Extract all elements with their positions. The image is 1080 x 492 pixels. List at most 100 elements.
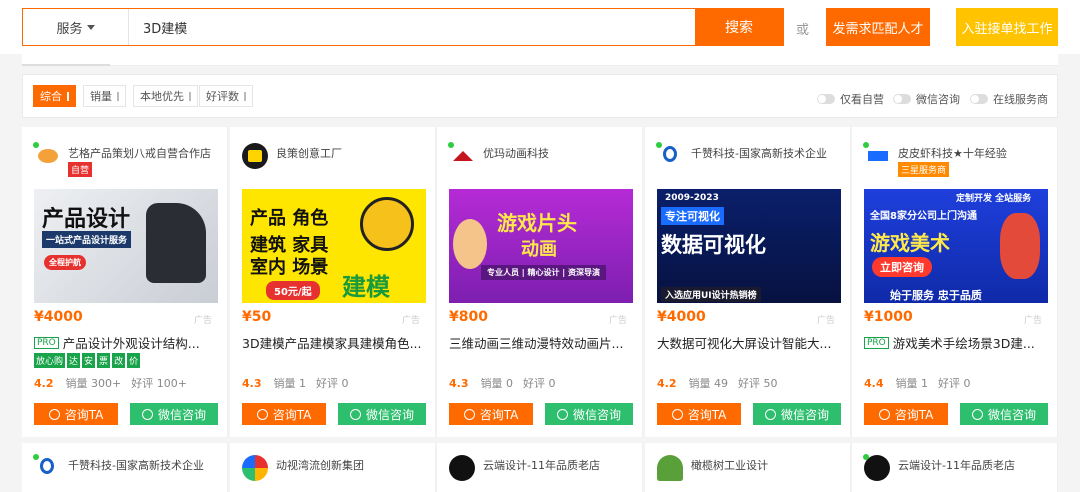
sort-local[interactable]: 本地优先 [133, 85, 198, 107]
consult-button[interactable]: 咨询TA [657, 403, 741, 425]
shop-name[interactable]: 皮皮虾科技★十年经验 [898, 145, 1007, 161]
consult-button[interactable]: 咨询TA [449, 403, 533, 425]
shop-header: 艺格产品策划八戒自营合作店 自营 [33, 142, 224, 183]
shop-logo[interactable] [449, 455, 475, 481]
service-stats: 4.2 销量 49 好评 50 [657, 377, 778, 390]
shop-logo[interactable] [242, 143, 268, 169]
wechat-button[interactable]: 微信咨询 [753, 403, 841, 425]
post-request-button[interactable]: 发需求匹配人才 [826, 8, 930, 46]
shop-logo[interactable] [863, 454, 890, 481]
shop-logo[interactable] [656, 142, 683, 169]
shop-logo[interactable] [448, 142, 475, 169]
shop-logo[interactable] [863, 142, 890, 169]
price: ¥50 [242, 309, 272, 325]
chat-icon [463, 408, 475, 420]
shop-logo[interactable] [33, 142, 60, 169]
toggle-self-operated[interactable]: 仅看自营 [817, 91, 884, 107]
service-banner[interactable]: 定制开发 全站服务 全国8家分公司上门沟通 游戏美术 立即咨询 始于服务 忠于品… [864, 189, 1048, 303]
wechat-button[interactable]: 微信咨询 [545, 403, 633, 425]
self-operated-badge: 自营 [68, 162, 93, 177]
ad-label: 广告 [1024, 316, 1043, 326]
sort-reviews[interactable]: 好评数 [199, 85, 253, 107]
online-dot [33, 142, 39, 148]
service-card[interactable]: 千赞科技-国家高新技术企业 2009-2023 专注可视化 数据可视化 入选应用… [645, 127, 851, 437]
sub-tab-bar [22, 54, 1058, 66]
service-card[interactable]: 优玛动画科技 游戏片头 动画 专业人员 | 精心设计 | 资深导演 ¥800 广… [437, 127, 643, 437]
category-dropdown[interactable]: 服务 [23, 9, 129, 45]
or-text: 或 [796, 23, 810, 38]
service-title[interactable]: PRO 产品设计外观设计结构... [34, 333, 222, 352]
toggle-online[interactable]: 在线服务商 [970, 91, 1048, 107]
mascot-image [360, 197, 414, 251]
tab-indicator [22, 54, 110, 66]
online-dot [863, 454, 869, 460]
shop-name[interactable]: 千赞科技-国家高新技术企业 [68, 457, 204, 473]
search-button[interactable]: 搜索 [695, 9, 783, 45]
shop-logo[interactable] [657, 455, 683, 481]
service-level-badge: 三星服务商 [898, 162, 950, 177]
chat-icon [256, 408, 268, 420]
character-image [453, 219, 487, 269]
online-dot [448, 142, 454, 148]
shop-name[interactable]: 云端设计-11年品质老店 [483, 457, 600, 473]
consult-button[interactable]: 咨询TA [242, 403, 326, 425]
wechat-button[interactable]: 微信咨询 [960, 403, 1048, 425]
service-card[interactable]: 动视湾流创新集团 [230, 443, 436, 492]
search-input[interactable] [129, 9, 695, 45]
sort-arrow-icon [189, 91, 191, 101]
shop-logo[interactable] [33, 454, 60, 481]
chat-icon [671, 408, 683, 420]
shop-name[interactable]: 动视湾流创新集团 [276, 457, 364, 473]
chat-icon [48, 408, 60, 420]
shop-name[interactable]: 良策创意工厂 [276, 145, 342, 161]
service-card[interactable]: 云端设计-11年品质老店 [852, 443, 1058, 492]
perk-badges: 放心购达安票改价 [34, 353, 141, 368]
service-banner[interactable]: 产品设计 一站式产品设计服务 全程护航 [34, 189, 218, 303]
price: ¥1000 [864, 309, 913, 325]
service-card[interactable]: 千赞科技-国家高新技术企业 [22, 443, 228, 492]
pro-badge: PRO [864, 336, 889, 349]
service-title[interactable]: 3D建模产品建模家具建模角色... [242, 333, 430, 352]
shop-name[interactable]: 艺格产品策划八戒自营合作店 [68, 145, 211, 161]
shop-name[interactable]: 云端设计-11年品质老店 [898, 457, 1015, 473]
shop-name[interactable]: 千赞科技-国家高新技术企业 [691, 145, 827, 161]
wechat-button[interactable]: 微信咨询 [130, 403, 218, 425]
service-banner[interactable]: 游戏片头 动画 专业人员 | 精心设计 | 资深导演 [449, 189, 633, 303]
service-card[interactable]: 艺格产品策划八戒自营合作店 自营 产品设计 一站式产品设计服务 全程护航 ¥40… [22, 127, 228, 437]
toggle-switch [817, 94, 835, 104]
service-banner[interactable]: 2009-2023 专注可视化 数据可视化 入选应用UI设计热销榜 [657, 189, 841, 303]
consult-button[interactable]: 咨询TA [34, 403, 118, 425]
consult-button[interactable]: 咨询TA [864, 403, 948, 425]
service-stats: 4.3 销量 1 好评 0 [242, 377, 349, 390]
price: ¥4000 [657, 309, 706, 325]
service-card[interactable]: 良策创意工厂 产品 角色 建筑 家具 室内 场景 50元/起 建模 ¥50 广告… [230, 127, 436, 437]
ad-label: 广告 [194, 316, 213, 326]
service-card[interactable]: 云端设计-11年品质老店 [437, 443, 643, 492]
sort-sales[interactable]: 销量 [83, 85, 126, 107]
service-title[interactable]: 三维动画三维动漫特效动画片... [449, 333, 637, 352]
sort-arrow-icon [67, 91, 69, 101]
online-dot [33, 454, 39, 460]
shop-logo[interactable] [242, 455, 268, 481]
pro-badge: PRO [34, 336, 59, 349]
service-banner[interactable]: 产品 角色 建筑 家具 室内 场景 50元/起 建模 [242, 189, 426, 303]
service-title[interactable]: PRO 游戏美术手绘场景3D建... [864, 333, 1052, 352]
wechat-button[interactable]: 微信咨询 [338, 403, 426, 425]
service-card[interactable]: 皮皮虾科技★十年经验 三星服务商 定制开发 全站服务 全国8家分公司上门沟通 游… [852, 127, 1058, 437]
toggle-switch [970, 94, 988, 104]
wechat-icon [764, 408, 776, 420]
shop-name[interactable]: 橄榄树工业设计 [691, 457, 768, 473]
online-dot [863, 142, 869, 148]
toggle-switch [893, 94, 911, 104]
service-card[interactable]: 橄榄树工业设计 [645, 443, 851, 492]
shop-header: 优玛动画科技 [448, 142, 639, 183]
wechat-icon [556, 408, 568, 420]
service-title[interactable]: 大数据可视化大屏设计智能大... [657, 333, 845, 352]
toggle-wechat[interactable]: 微信咨询 [893, 91, 960, 107]
join-button[interactable]: 入驻接单找工作 [956, 8, 1058, 46]
sort-comprehensive[interactable]: 综合 [33, 85, 76, 107]
sort-arrow-icon [117, 91, 119, 101]
service-stats: 4.4 销量 1 好评 0 [864, 377, 971, 390]
shop-name[interactable]: 优玛动画科技 [483, 145, 549, 161]
search-box: 服务 搜索 [22, 8, 784, 46]
